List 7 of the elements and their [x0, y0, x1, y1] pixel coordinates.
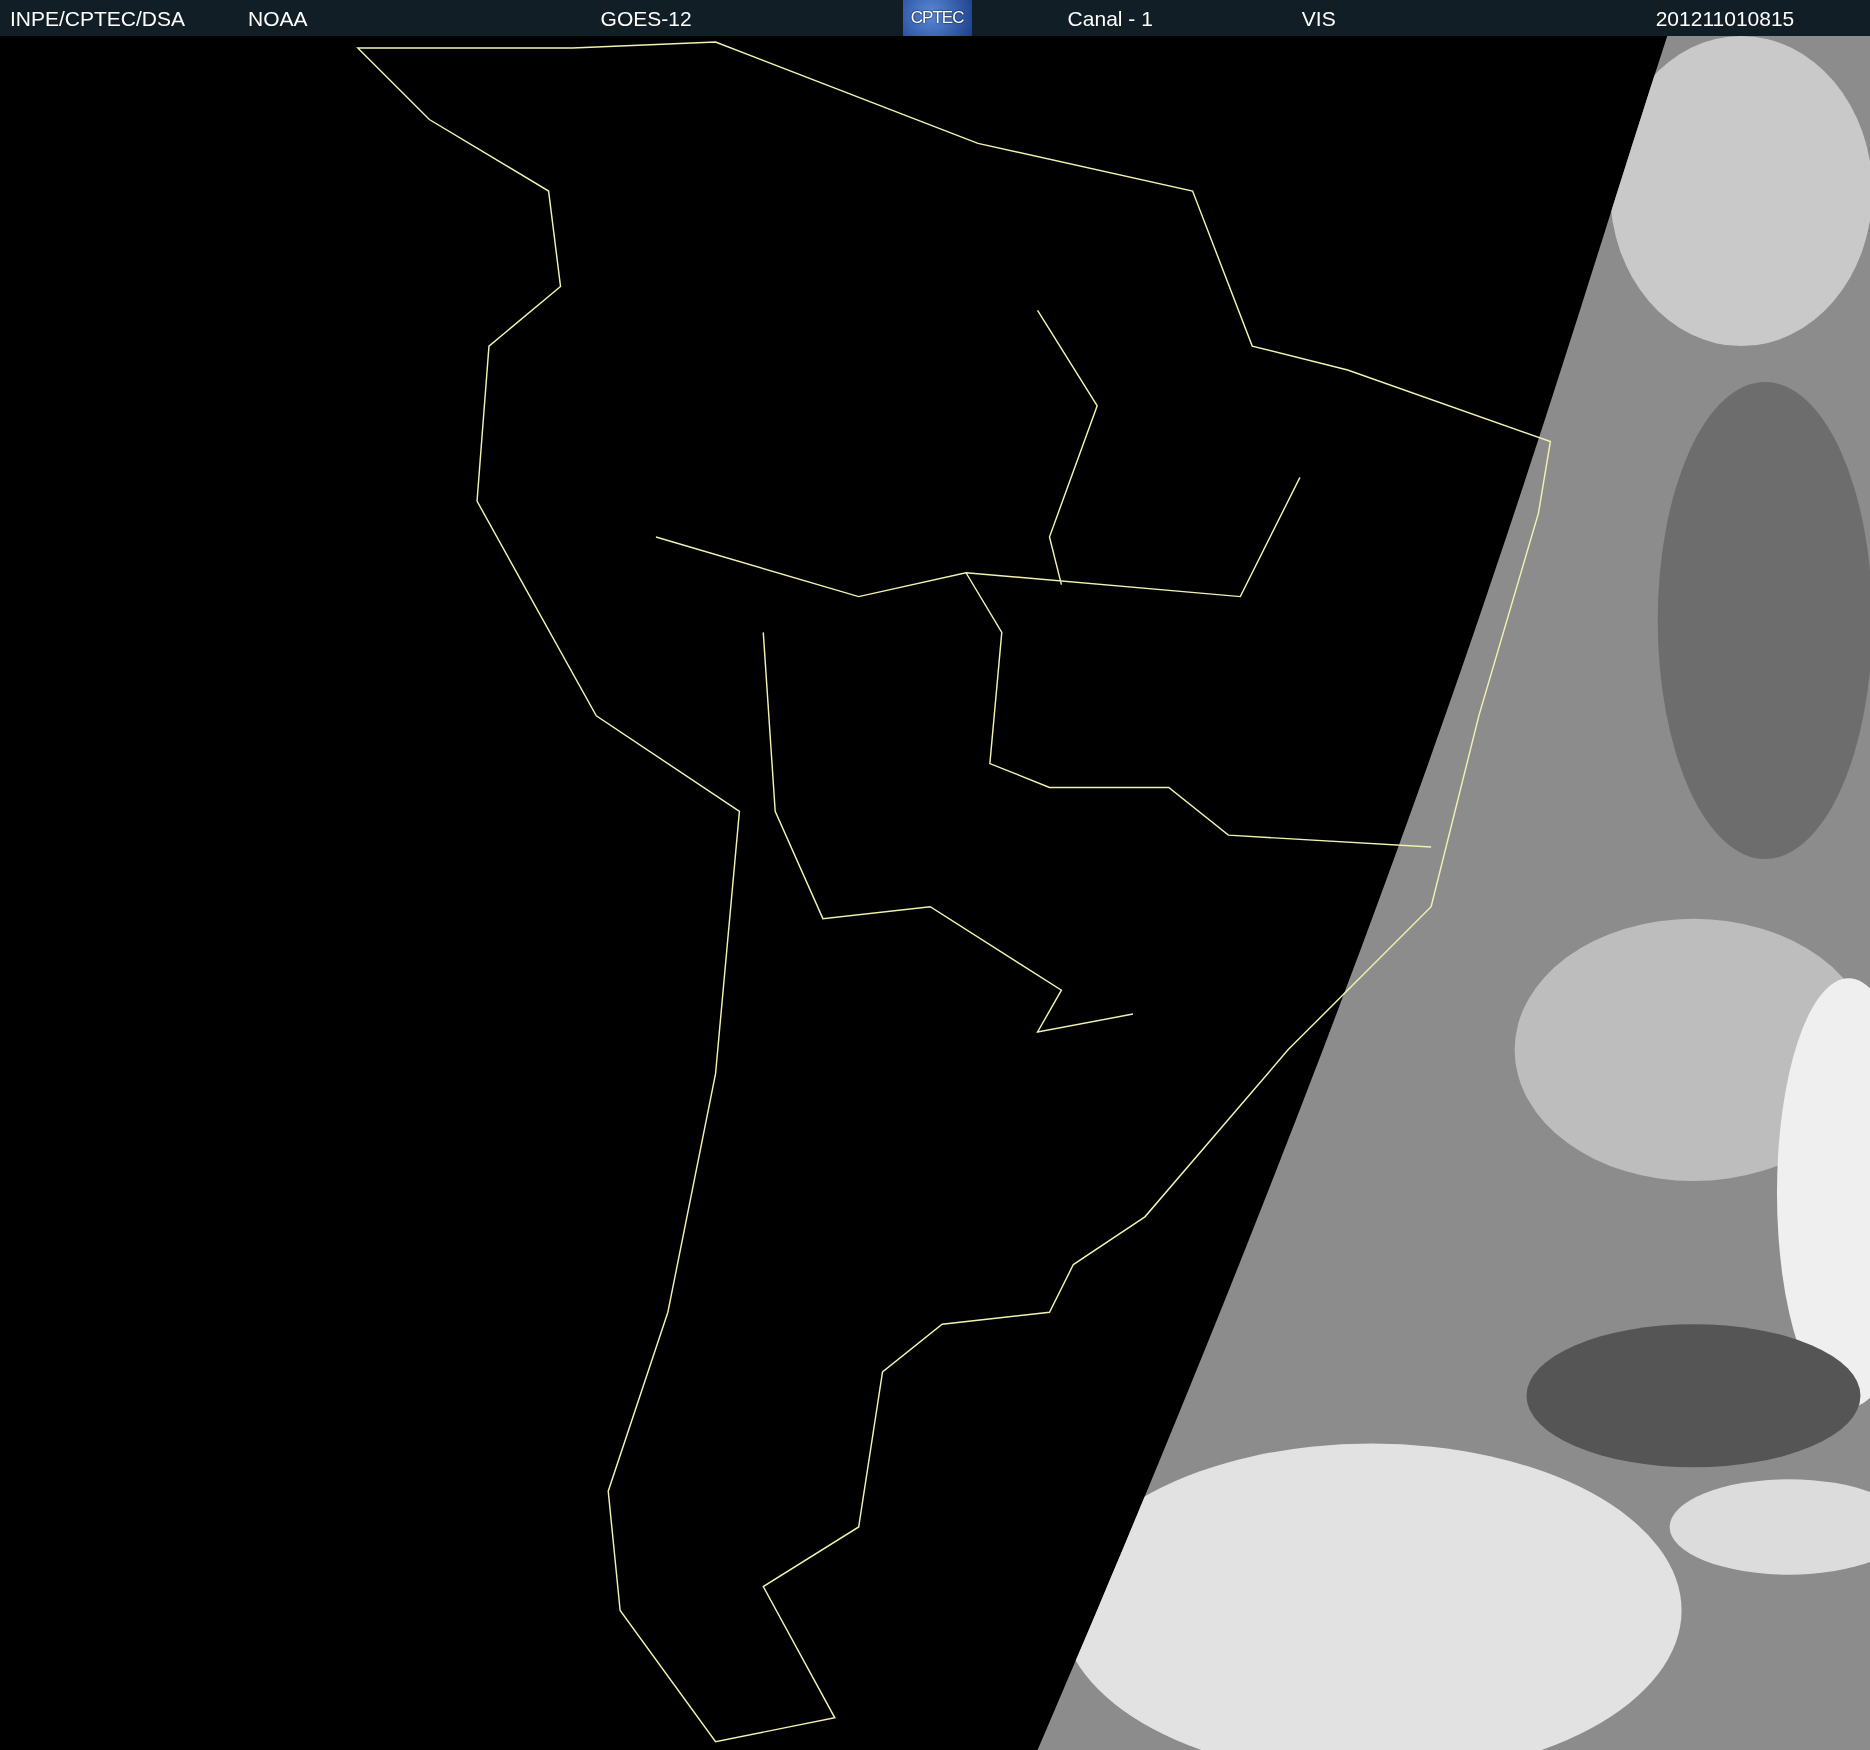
header-label: INPE/CPTEC/DSA	[10, 7, 186, 29]
header-label: Canal - 1	[1067, 7, 1153, 29]
header-label: VIS	[1301, 7, 1336, 29]
header-label: NOAA	[248, 7, 308, 29]
header-label: GOES-12	[600, 7, 692, 29]
header-label: 201211010815	[1655, 7, 1795, 29]
logo: CPTEC	[902, 0, 972, 36]
